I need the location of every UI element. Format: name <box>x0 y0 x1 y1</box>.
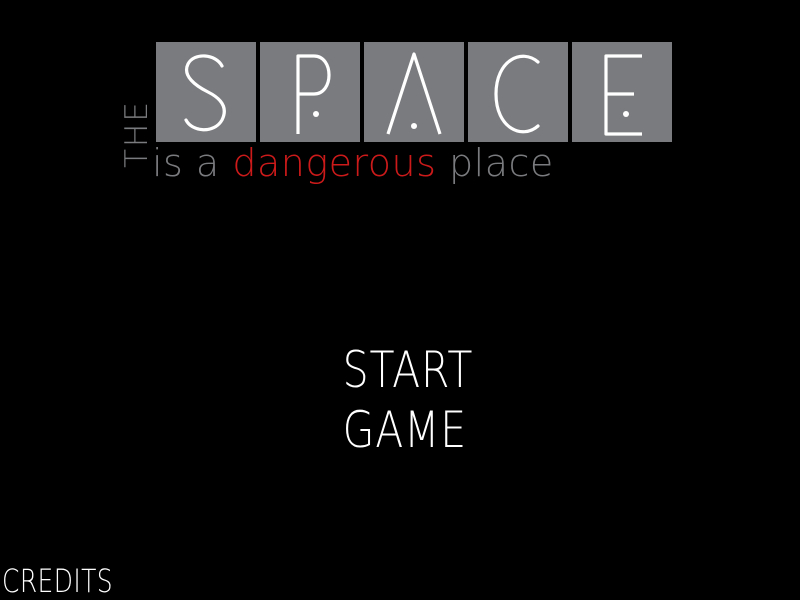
logo-tile-p: P <box>260 42 360 142</box>
logo-subtitle: is a dangerous place <box>152 144 554 182</box>
logo-tile-a: A <box>364 42 464 142</box>
start-game-label-line2: GAME <box>342 401 467 459</box>
title-screen: THE S P A <box>0 0 800 600</box>
subtitle-post: place <box>449 141 554 185</box>
start-game-label-line1: START <box>342 341 474 399</box>
credits-button[interactable]: CREDITS <box>2 563 113 599</box>
game-logo: THE S P A <box>119 42 680 187</box>
start-game-button[interactable]: START GAME <box>330 340 474 459</box>
subtitle-pre: is a <box>152 141 220 185</box>
logo-tile-s: S <box>156 42 256 142</box>
logo-tile-c: C <box>468 42 568 142</box>
logo-tile-e: E <box>572 42 672 142</box>
logo-space-word: S P A <box>156 42 672 142</box>
logo-the-word: THE <box>119 100 155 168</box>
subtitle-highlight: dangerous <box>232 141 437 185</box>
